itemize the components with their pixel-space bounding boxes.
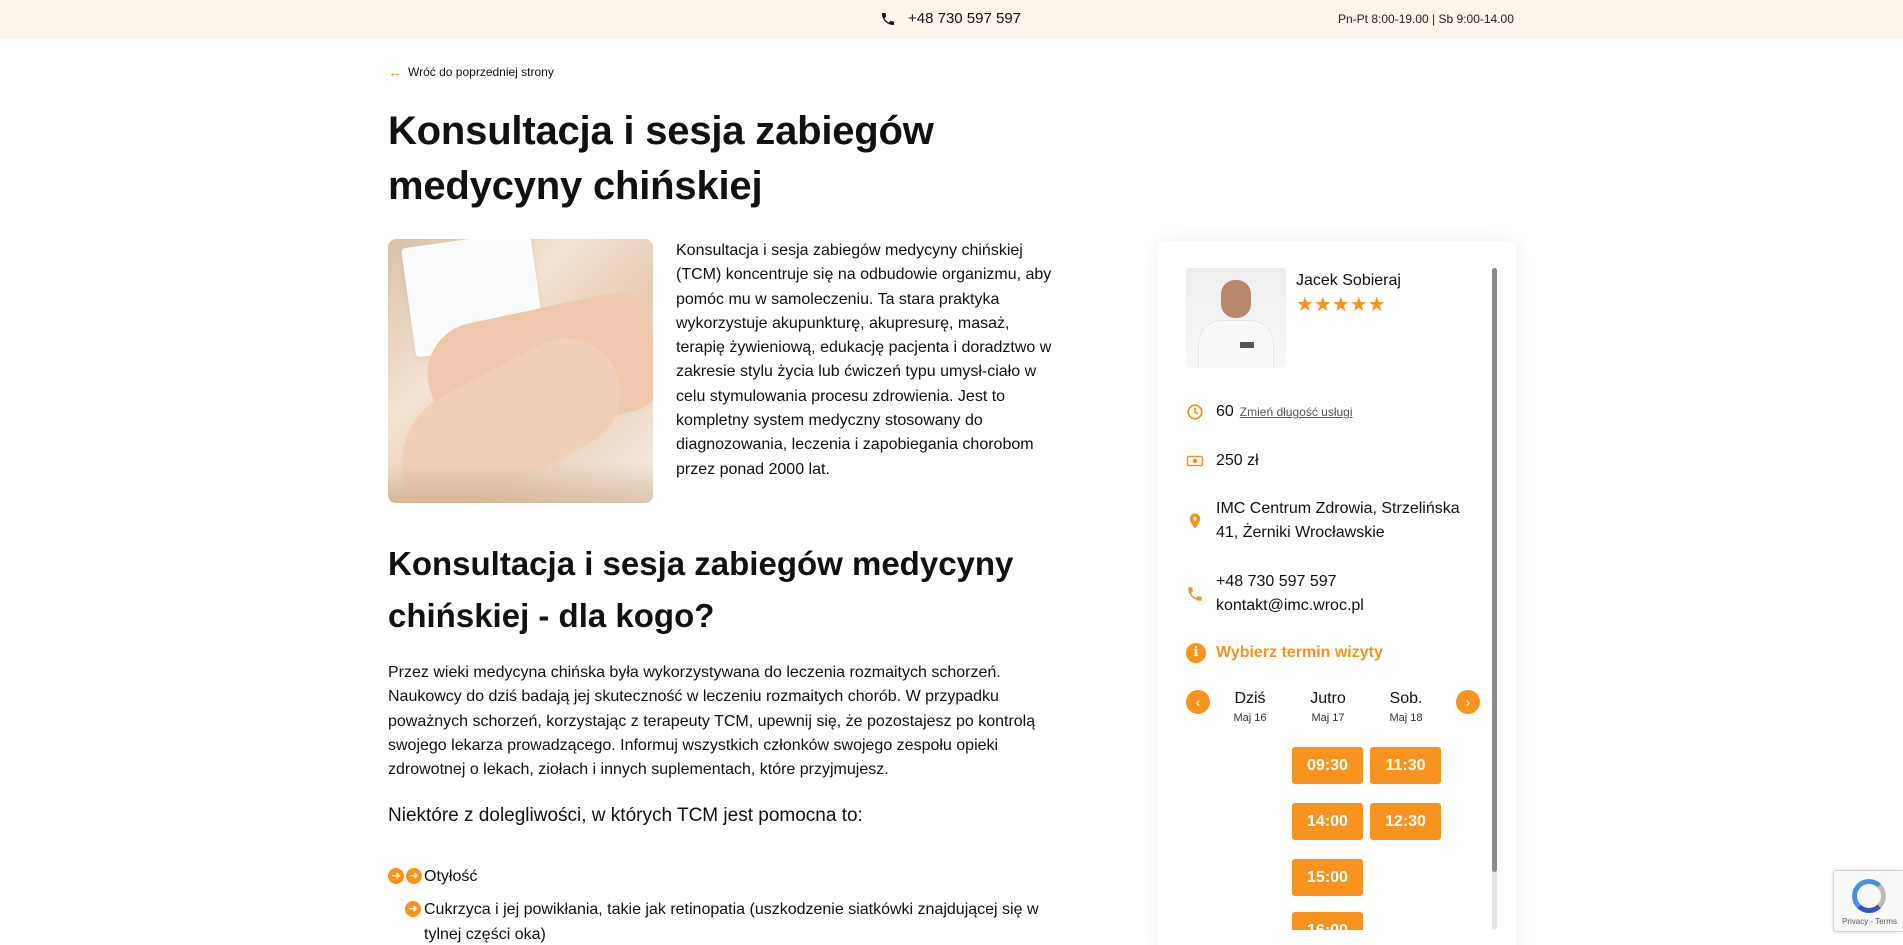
top-bar: +48 730 597 597 Pn-Pt 8:00-19.00 | Sb 9:… — [0, 0, 1903, 39]
service-photo — [388, 239, 653, 503]
day-date: Maj 17 — [1311, 712, 1345, 724]
phone-icon — [882, 12, 894, 25]
price-value: 250 zł — [1216, 452, 1259, 469]
back-link-label: Wróć do poprzedniej strony — [408, 65, 554, 79]
rating-stars: ★★★★★ — [1296, 294, 1386, 316]
day-date: Maj 18 — [1389, 712, 1423, 724]
next-days-button[interactable]: › — [1456, 690, 1480, 714]
booking-scrollbar-thumb[interactable] — [1492, 268, 1497, 872]
conditions-list: ➜ ➜ Otyłość ➜ Cukrzyca i jej powikłania, … — [388, 865, 1078, 945]
time-slot-button[interactable]: 15:00 — [1292, 859, 1363, 896]
list-item: ➜ ➜ Otyłość — [388, 865, 1078, 889]
doctor-avatar — [1186, 268, 1286, 368]
time-slot-button[interactable]: 16:00 — [1292, 912, 1363, 930]
address-text: IMC Centrum Zdrowia, Strzelińska 41, Żer… — [1216, 500, 1460, 542]
condition-text: Cukrzyca i jej powikłania, takie jak ret… — [424, 901, 1039, 943]
time-slot-button[interactable]: 14:00 — [1292, 803, 1363, 840]
recaptcha-icon — [1852, 879, 1886, 913]
day-column-saturday: Sob. Maj 18 — [1371, 690, 1441, 724]
pick-date-label: Wybierz termin wizyty — [1216, 644, 1383, 661]
recaptcha-badge[interactable]: Privacy - Terms — [1833, 870, 1903, 932]
time-slot-button[interactable]: 11:30 — [1370, 747, 1441, 784]
contact-row: +48 730 597 597 kontakt@imc.wroc.pl — [1186, 570, 1364, 619]
change-duration-link[interactable]: Zmień długość usługi — [1240, 405, 1353, 419]
day-name: Sob. — [1389, 690, 1423, 707]
slot-clip: 16:00 — [1292, 912, 1363, 930]
phone-icon — [1186, 570, 1204, 618]
section-paragraph: Przez wieki medycyna chińska była wykorz… — [388, 664, 1036, 779]
cash-icon — [1186, 449, 1204, 473]
section-title: Konsultacja i sesja zabiegów medycyny ch… — [388, 545, 1014, 634]
topbar-phone-text: +48 730 597 597 — [908, 10, 1022, 27]
duration-row: 60 Zmień długość usługi — [1186, 400, 1353, 424]
address-row: IMC Centrum Zdrowia, Strzelińska 41, Żer… — [1186, 497, 1476, 546]
pick-date-heading: i Wybierz termin wizyty — [1186, 643, 1383, 663]
info-icon: i — [1186, 643, 1206, 663]
day-column-tomorrow: Jutro Maj 17 — [1293, 690, 1363, 724]
time-slot-button[interactable]: 09:30 — [1292, 747, 1363, 784]
list-item: ➜ Cukrzyca i jej powikłania, takie jak r… — [388, 898, 1078, 945]
conditions-lead: Niektóre z dolegliwości, w których TCM j… — [388, 805, 863, 826]
duration-value: 60 — [1216, 403, 1234, 420]
clock-icon — [1186, 400, 1204, 424]
price-row: 250 zł — [1186, 449, 1259, 473]
contact-email[interactable]: kontakt@imc.wroc.pl — [1216, 594, 1364, 618]
day-date: Maj 16 — [1233, 712, 1267, 724]
time-slot-button[interactable]: 12:30 — [1370, 803, 1441, 840]
condition-text: Otyłość — [424, 868, 478, 885]
recaptcha-links[interactable]: Privacy - Terms — [1842, 917, 1897, 926]
opening-hours: Pn-Pt 8:00-19.00 | Sb 9:00-14.00 — [1338, 12, 1514, 26]
back-link[interactable]: ← Wróć do poprzedniej strony — [388, 65, 554, 79]
day-name: Jutro — [1310, 690, 1346, 707]
arrow-left-icon: ← — [388, 64, 402, 80]
arrow-right-icon: ➜ ➜ — [388, 868, 422, 884]
doctor-name: Jacek Sobieraj — [1296, 272, 1401, 289]
topbar-phone[interactable]: +48 730 597 597 — [880, 10, 1021, 27]
arrow-right-icon: ➜ — [405, 901, 421, 918]
location-pin-icon — [1186, 497, 1204, 545]
service-description: Konsultacja i sesja zabiegów medycyny ch… — [676, 242, 1052, 478]
contact-phone[interactable]: +48 730 597 597 — [1216, 570, 1364, 594]
page-title: Konsultacja i sesja zabiegów medycyny ch… — [388, 109, 934, 208]
day-column-today: Dziś Maj 16 — [1215, 690, 1285, 724]
prev-days-button[interactable]: ‹ — [1186, 690, 1210, 714]
day-name: Dziś — [1234, 690, 1266, 707]
